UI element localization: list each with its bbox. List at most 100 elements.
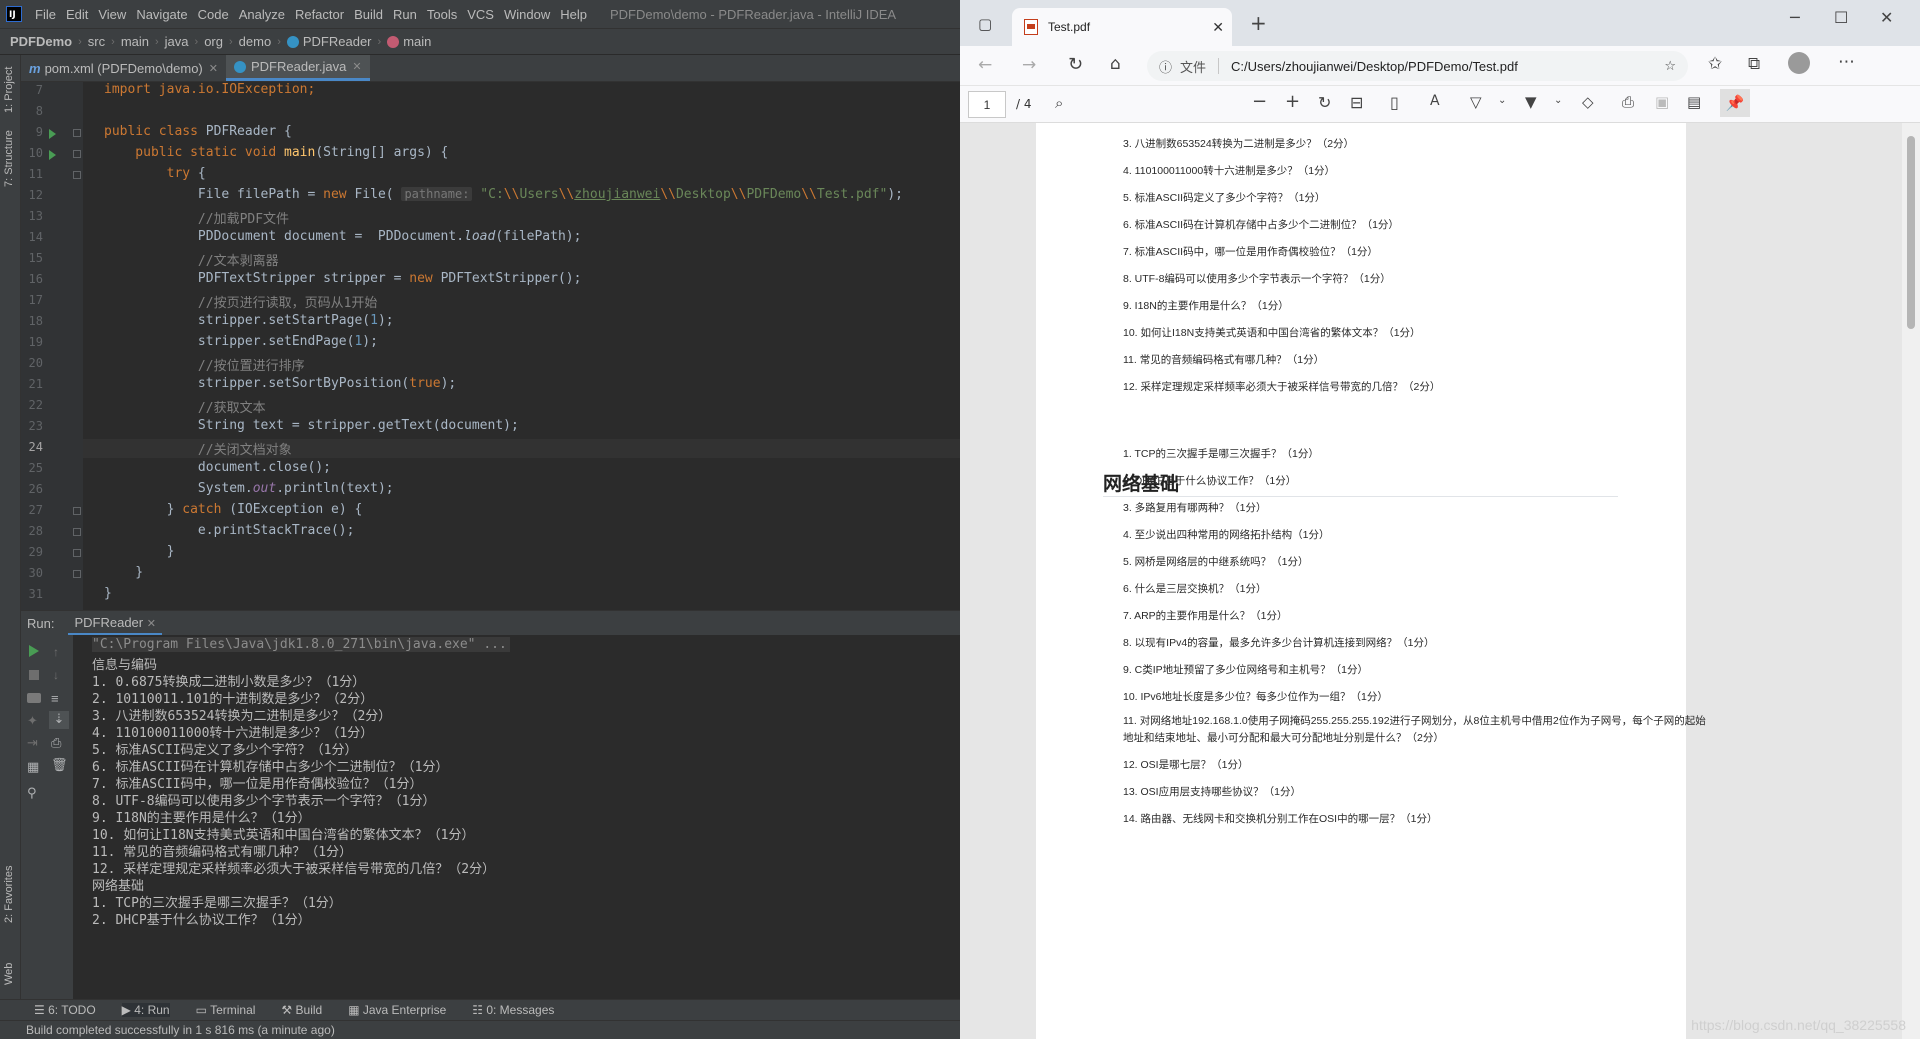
menu-view[interactable]: View <box>93 7 131 22</box>
menu-build[interactable]: Build <box>349 7 388 22</box>
chevron-down-icon[interactable]: ⌄ <box>1554 95 1562 106</box>
refresh-icon[interactable]: ↻ <box>1068 54 1083 75</box>
page-view-icon[interactable]: ▯ <box>1390 93 1399 112</box>
terminal-tool-button[interactable]: ▭ Terminal <box>196 1003 256 1017</box>
maximize-icon[interactable]: ☐ <box>1834 8 1848 27</box>
breadcrumb-demo[interactable]: demo <box>239 34 272 49</box>
tab-pom-xml[interactable]: m pom.xml (PDFDemo\demo) ✕ <box>21 55 226 81</box>
breadcrumb-project[interactable]: PDFDemo <box>10 34 72 49</box>
breadcrumb-src[interactable]: src <box>88 34 105 49</box>
more-menu-icon[interactable]: ⋯ <box>1838 52 1855 72</box>
camera-icon[interactable] <box>27 693 41 703</box>
fold-icon[interactable] <box>73 549 81 557</box>
profile-avatar[interactable] <box>1788 52 1810 74</box>
close-icon[interactable]: ✕ <box>209 62 218 75</box>
menu-help[interactable]: Help <box>555 7 592 22</box>
run-config-tab[interactable]: PDFReader ✕ <box>68 612 162 635</box>
pin-toolbar-icon[interactable]: 📌 <box>1720 89 1750 117</box>
menu-window[interactable]: Window <box>499 7 555 22</box>
draw-icon[interactable]: ▽ <box>1470 93 1482 111</box>
minimize-icon[interactable]: ─ <box>1790 8 1800 27</box>
menu-navigate[interactable]: Navigate <box>131 7 192 22</box>
project-tool-tab[interactable]: 1: Project <box>3 67 15 113</box>
breadcrumb-java[interactable]: java <box>165 34 189 49</box>
address-field[interactable]: ⓘ 文件 C:/Users/zhoujianwei/Desktop/PDFDem… <box>1147 51 1688 81</box>
scrollbar-thumb[interactable] <box>1907 136 1915 329</box>
browser-tab-active[interactable]: Test.pdf ✕ <box>1012 8 1232 46</box>
highlight-icon[interactable]: ▼ <box>1525 93 1537 111</box>
chevron-down-icon[interactable]: ⌄ <box>1498 95 1506 106</box>
collections-icon[interactable]: ⧉ <box>1748 54 1760 74</box>
fold-icon[interactable] <box>73 528 81 536</box>
close-icon[interactable]: ✕ <box>352 60 361 73</box>
debug-icon[interactable]: ✦ <box>27 713 41 728</box>
page-number-input[interactable]: 1 <box>968 91 1006 118</box>
fold-icon[interactable] <box>73 150 81 158</box>
menu-refactor[interactable]: Refactor <box>290 7 349 22</box>
tab-actions-icon[interactable]: ▢ <box>978 15 992 33</box>
fold-icon[interactable] <box>73 570 81 578</box>
structure-tool-tab[interactable]: 7: Structure <box>3 130 15 187</box>
search-icon[interactable]: ⌕ <box>1055 94 1063 112</box>
close-tab-icon[interactable]: ✕ <box>1212 19 1224 36</box>
run-console[interactable]: "C:\Program Files\Java\jdk1.8.0_271\bin\… <box>73 635 960 999</box>
home-icon[interactable]: ⌂ <box>1110 54 1121 74</box>
web-tool-tab[interactable]: Web <box>3 963 15 985</box>
eraser-icon[interactable]: ◇ <box>1582 93 1594 111</box>
new-tab-icon[interactable]: + <box>1250 11 1267 35</box>
save-icon[interactable]: ▣ <box>1655 93 1669 111</box>
todo-tool-button[interactable]: ☰ 6: TODO <box>34 1003 96 1017</box>
breadcrumb-main[interactable]: main <box>121 34 149 49</box>
fold-icon[interactable] <box>73 171 81 179</box>
info-icon[interactable]: ⓘ <box>1159 57 1172 76</box>
favorites-icon[interactable]: ✩ <box>1708 54 1722 74</box>
print-icon[interactable]: ⎙ <box>1622 93 1634 111</box>
menu-file[interactable]: File <box>30 7 61 22</box>
pin-icon[interactable]: ⚲ <box>27 785 41 800</box>
save-as-icon[interactable]: ▤ <box>1687 93 1701 111</box>
zoom-in-icon[interactable]: + <box>1285 91 1300 112</box>
add-favorite-icon[interactable]: ☆ <box>1664 58 1676 74</box>
pdf-scrollbar[interactable] <box>1902 123 1920 1039</box>
fit-page-icon[interactable]: ⊟ <box>1350 93 1363 112</box>
menu-run[interactable]: Run <box>388 7 422 22</box>
breadcrumb-method[interactable]: main <box>403 34 431 49</box>
build-tool-button[interactable]: ⚒ Build <box>281 1003 322 1017</box>
menu-analyze[interactable]: Analyze <box>234 7 290 22</box>
run-gutter-icon[interactable] <box>49 150 56 160</box>
soft-wrap-icon[interactable]: ≡ <box>51 691 65 706</box>
layout-icon[interactable]: ▦ <box>27 759 41 774</box>
zoom-out-icon[interactable]: − <box>1252 91 1267 112</box>
breadcrumb-class[interactable]: PDFReader <box>303 34 372 49</box>
breadcrumb-org[interactable]: org <box>204 34 223 49</box>
tab-pdfreader-java[interactable]: PDFReader.java ✕ <box>225 55 370 81</box>
back-icon[interactable]: ← <box>978 55 992 75</box>
up-arrow-icon[interactable]: ↑ <box>53 645 67 659</box>
forward-icon[interactable]: → <box>1022 55 1036 75</box>
window-close-icon[interactable]: ✕ <box>1880 8 1893 27</box>
stop-icon[interactable] <box>29 670 39 680</box>
down-arrow-icon[interactable]: ↓ <box>53 668 67 682</box>
run-gutter-icon[interactable] <box>49 129 56 139</box>
run-tool-button[interactable]: ▶ 4: Run <box>121 1003 170 1017</box>
menu-tools[interactable]: Tools <box>422 7 462 22</box>
menu-vcs[interactable]: VCS <box>462 7 499 22</box>
code-editor[interactable]: 7 8 9 10 11 12 13 14 15 16 17 18 19 20 2… <box>21 82 960 610</box>
favorites-tool-tab[interactable]: 2: Favorites <box>3 866 15 923</box>
menu-edit[interactable]: Edit <box>61 7 93 22</box>
close-icon[interactable]: ✕ <box>147 618 156 630</box>
pdf-viewer[interactable]: 3. 八进制数653524转换为二进制是多少？（2分） 4. 110100011… <box>960 123 1920 1039</box>
java-enterprise-tool-button[interactable]: ▦ Java Enterprise <box>348 1003 446 1017</box>
trash-icon[interactable]: 🗑 <box>51 757 68 772</box>
messages-tool-button[interactable]: ☷ 0: Messages <box>472 1003 554 1017</box>
fold-icon[interactable] <box>73 507 81 515</box>
fold-icon[interactable] <box>73 129 81 137</box>
print-icon[interactable]: ⎙ <box>51 735 65 750</box>
menu-code[interactable]: Code <box>193 7 234 22</box>
line-number: 16 <box>28 272 43 286</box>
exit-icon[interactable]: ⇥ <box>27 735 41 750</box>
rotate-icon[interactable]: ↻ <box>1318 93 1331 112</box>
rerun-icon[interactable] <box>29 645 39 657</box>
read-aloud-icon[interactable]: A <box>1430 93 1440 109</box>
scroll-to-end-icon[interactable]: ⇣ <box>49 711 69 729</box>
